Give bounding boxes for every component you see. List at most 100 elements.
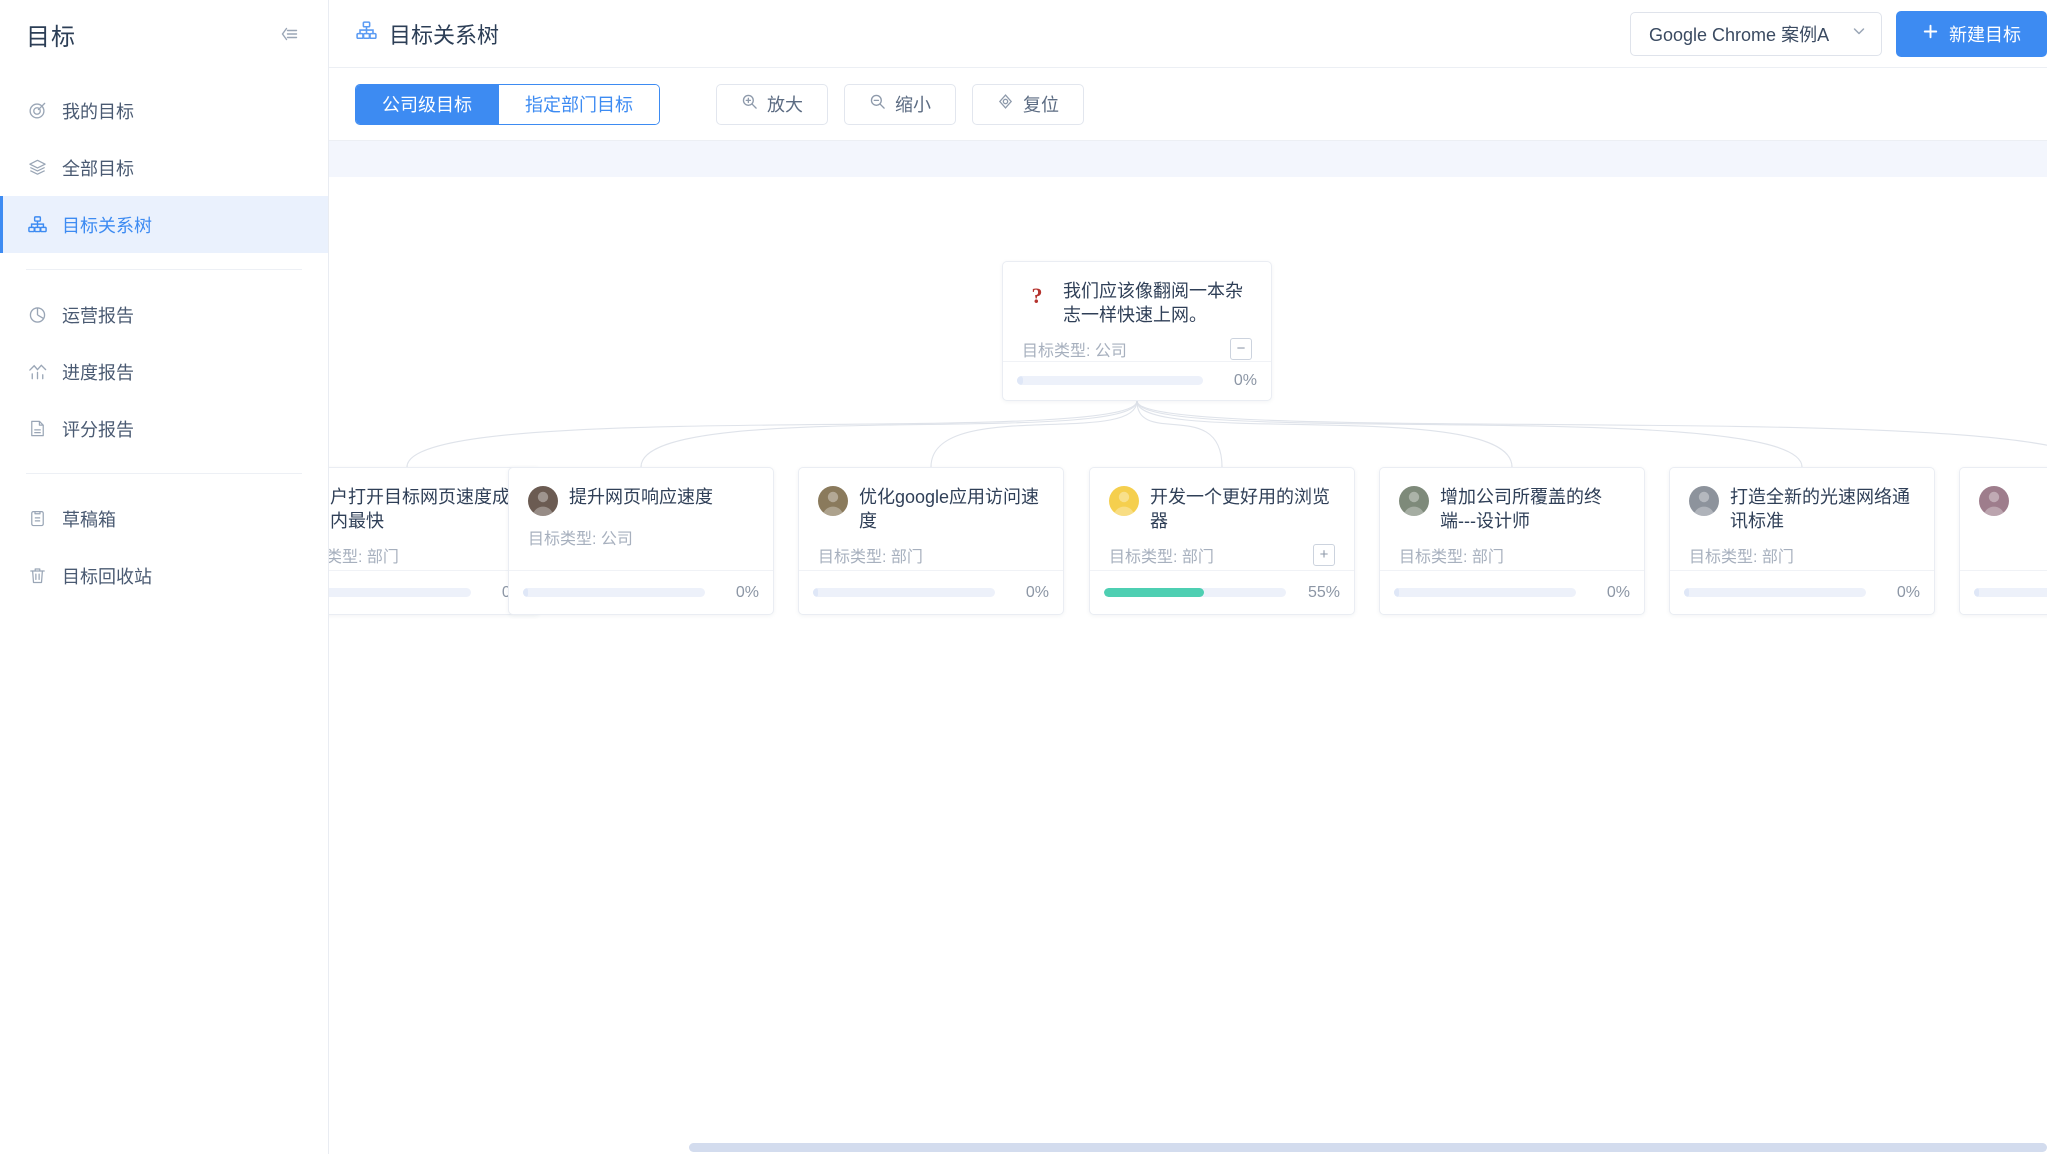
canvas-top-tint: [329, 141, 2047, 177]
node-type-label: 目标类型: 部门: [1109, 548, 1214, 566]
tree-canvas[interactable]: ? 我们应该像翻阅一本杂志一样快速上网。目标类型: 公司 − 0% 让用户打开目标网页速…: [329, 177, 2047, 1154]
new-goal-button-label: 新建目标: [1949, 24, 2021, 45]
document-icon: [26, 418, 48, 440]
tree-node-child[interactable]: 打造全新的光速网络通讯标准目标类型: 部门 0%: [1669, 467, 1935, 615]
sidebar-item-goal-tree[interactable]: 目标关系树: [0, 196, 328, 253]
page-title: 目标关系树: [355, 18, 499, 50]
node-meta: 目标类型: 部门: [329, 543, 520, 567]
sidebar-item-recycle-bin[interactable]: 目标回收站: [0, 547, 328, 604]
reset-view-button[interactable]: 复位: [972, 83, 1084, 125]
cycle-select-value: Google Chrome 案例A: [1649, 24, 1830, 45]
node-body: 打造全新的光速网络通讯标准目标类型: 部门: [1670, 468, 1934, 570]
tree-nodes-layer: ? 我们应该像翻阅一本杂志一样快速上网。目标类型: 公司 − 0% 让用户打开目标网页速…: [329, 177, 2047, 1154]
sidebar-item-my-goals[interactable]: 我的目标: [0, 82, 328, 139]
avatar-user-2: [818, 486, 848, 516]
sidebar-header: 目标: [0, 0, 328, 68]
sidebar-item-drafts[interactable]: 草稿箱: [0, 490, 328, 547]
svg-text:?: ?: [1032, 283, 1043, 308]
progress-label: 0%: [1025, 583, 1049, 601]
collapse-node-button[interactable]: −: [1230, 337, 1252, 360]
sidebar-title: 目标: [26, 23, 76, 51]
tree-node-child[interactable]: 增加公司所覆盖的终端---设计师 目标类型: 部门 0%: [1379, 467, 1645, 615]
new-goal-button[interactable]: 新建目标: [1896, 10, 2047, 57]
sidebar-item-progress-report[interactable]: 进度报告: [0, 343, 328, 400]
zoom-out-button[interactable]: 缩小: [844, 83, 956, 125]
tree-node-child[interactable]: 开发一个更好用的浏览器 目标类型: 部门 +55%: [1089, 467, 1355, 615]
node-footer: 0%: [509, 570, 773, 614]
sidebar-item-score-report[interactable]: 评分报告: [0, 400, 328, 457]
sidebar-item-operation-report[interactable]: 运营报告: [0, 286, 328, 343]
tree-node-root[interactable]: ? 我们应该像翻阅一本杂志一样快速上网。 目标类型: 公司 − 0%: [1002, 261, 1272, 401]
node-header: 提升网页响应速度: [528, 485, 754, 516]
tree-node-child[interactable]: 提升网页响应速度目标类型: 公司 0%: [508, 467, 774, 615]
app-root: 目标 我的目标 全部目标 目标关系树 运营报告 进度报告 评分报告 草稿箱 目标…: [0, 0, 2047, 1154]
org-tree-icon: [26, 214, 48, 236]
sidebar-item-label: 草稿箱: [62, 509, 116, 530]
tree-node-child[interactable]: [1959, 467, 2047, 615]
sidebar-item-label: 评分报告: [62, 419, 134, 440]
progress-label: 0%: [1233, 371, 1257, 389]
progress-bar: [813, 588, 995, 597]
node-header: 开发一个更好用的浏览器: [1109, 485, 1335, 534]
collapse-left-icon[interactable]: [276, 21, 302, 47]
sidebar-divider-1: [26, 269, 302, 270]
zoom-controls: 放大 缩小 复位: [716, 83, 1084, 125]
node-header: 优化google应用访问速度: [818, 485, 1044, 534]
node-body: 增加公司所覆盖的终端---设计师 目标类型: 部门: [1380, 468, 1644, 570]
zoom-in-button[interactable]: 放大: [716, 83, 828, 125]
progress-label: 0%: [735, 583, 759, 601]
node-type-label: 目标类型: 部门: [329, 548, 399, 566]
clipboard-icon: [26, 508, 48, 530]
node-footer: 55%: [1090, 570, 1354, 614]
sidebar-item-all-goals[interactable]: 全部目标: [0, 139, 328, 196]
horizontal-scrollbar-track[interactable]: [329, 1136, 2047, 1154]
node-type-label: 目标类型: 部门: [1399, 548, 1504, 566]
sidebar-item-label: 目标关系树: [62, 215, 152, 236]
tab-department-goals[interactable]: 指定部门目标: [498, 84, 659, 124]
node-title: 让用户打开目标网页速度成为业内最快: [329, 487, 510, 532]
node-header: [1979, 485, 2047, 516]
progress-bar: [1684, 588, 1866, 597]
cycle-select[interactable]: Google Chrome 案例A: [1630, 11, 1882, 56]
zoom-in-icon: [741, 93, 758, 115]
progress-label: 55%: [1307, 583, 1340, 601]
node-footer: 0%: [1670, 570, 1934, 614]
sidebar-item-label: 运营报告: [62, 305, 134, 326]
sidebar-nav: 我的目标 全部目标 目标关系树 运营报告 进度报告 评分报告 草稿箱 目标回收站: [0, 82, 328, 604]
tab-company-goals[interactable]: 公司级目标: [356, 84, 498, 124]
line-chart-icon: [26, 361, 48, 383]
org-tree-icon: [355, 19, 378, 48]
node-meta: 目标类型: 部门 +: [1109, 543, 1335, 567]
avatar-user-3: [1109, 486, 1139, 516]
toolbar: 公司级目标 指定部门目标 放大 缩小 复位: [329, 68, 2047, 140]
node-title: 打造全新的光速网络通讯标准: [1730, 487, 1910, 532]
node-body: 优化google应用访问速度目标类型: 部门: [799, 468, 1063, 570]
target-icon: [26, 100, 48, 122]
node-body: 开发一个更好用的浏览器目标类型: 部门 +: [1090, 468, 1354, 570]
node-meta: 目标类型: 部门: [818, 543, 1044, 567]
node-header: 让用户打开目标网页速度成为业内最快: [329, 485, 520, 534]
expand-node-button[interactable]: +: [1313, 543, 1335, 566]
node-title: 提升网页响应速度: [569, 487, 713, 507]
avatar-user-6: [1979, 486, 2009, 516]
node-title: 我们应该像翻阅一本杂志一样快速上网。: [1063, 281, 1243, 326]
progress-bar: [1017, 376, 1203, 386]
node-footer: 0%: [1380, 570, 1644, 614]
pie-chart-icon: [26, 304, 48, 326]
node-type-label: 目标类型: 公司: [528, 531, 633, 548]
horizontal-scrollbar-thumb[interactable]: [689, 1143, 2047, 1152]
topbar: 目标关系树 Google Chrome 案例A 新建目标: [329, 0, 2047, 68]
zoom-out-icon: [869, 93, 886, 115]
progress-label: 0%: [1896, 583, 1920, 601]
node-footer: 0%: [1003, 360, 1271, 400]
tree-node-child[interactable]: 优化google应用访问速度目标类型: 部门 0%: [798, 467, 1064, 615]
node-meta: 目标类型: 部门: [1689, 543, 1915, 567]
progress-bar: [1104, 588, 1286, 597]
sidebar-item-label: 目标回收站: [62, 566, 152, 587]
progress-bar: [329, 588, 471, 597]
plus-icon: [1922, 23, 1939, 45]
avatar-user-1: [528, 486, 558, 516]
sidebar-divider-2: [26, 473, 302, 474]
sidebar-item-label: 全部目标: [62, 158, 134, 179]
question-mark-icon: ?: [1022, 280, 1052, 310]
